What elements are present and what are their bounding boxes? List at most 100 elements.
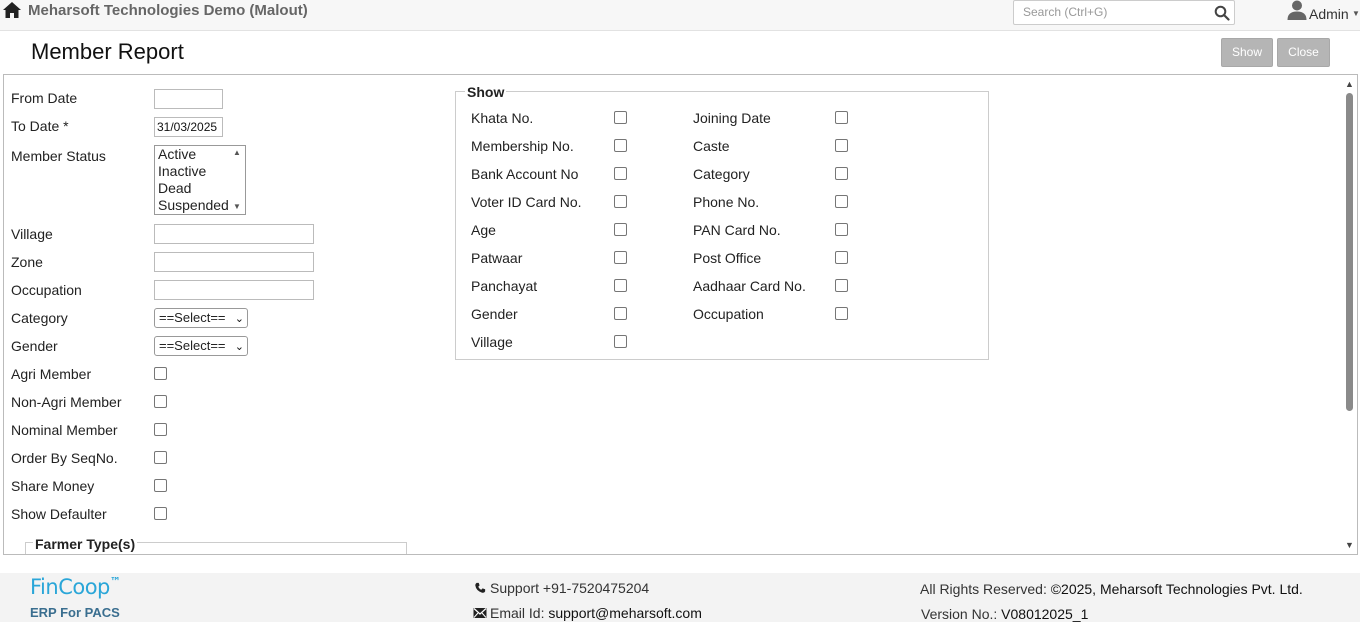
gender-select-value: ==Select== xyxy=(159,338,226,353)
nominal-member-label: Nominal Member xyxy=(11,422,118,438)
show-age-checkbox[interactable] xyxy=(614,223,627,236)
to-date-field[interactable] xyxy=(154,117,223,137)
show-bank-account-no-checkbox[interactable] xyxy=(614,167,627,180)
show-option-label: Post Office xyxy=(693,250,762,266)
gender-label: Gender xyxy=(11,338,58,354)
chevron-down-icon: ⌄ xyxy=(234,341,244,353)
home-icon[interactable] xyxy=(2,1,22,19)
show-option-label: Category xyxy=(693,166,750,182)
from-date-field[interactable] xyxy=(154,89,223,109)
chevron-down-icon: ⌄ xyxy=(234,313,244,325)
zone-label: Zone xyxy=(11,254,43,270)
user-icon[interactable] xyxy=(1287,0,1307,20)
panel-scrollbar[interactable]: ▲ ▼ xyxy=(1342,75,1357,554)
app-title: Meharsoft Technologies Demo (Malout) xyxy=(28,2,308,19)
show-village-checkbox[interactable] xyxy=(614,335,627,348)
show-option-label: Gender xyxy=(471,306,518,322)
close-button[interactable]: Close xyxy=(1277,38,1330,67)
show-voter-id-checkbox[interactable] xyxy=(614,195,627,208)
show-membership-no-checkbox[interactable] xyxy=(614,139,627,152)
email-value[interactable]: support@meharsoft.com xyxy=(548,605,702,621)
page-title: Member Report xyxy=(31,39,184,64)
show-gender-checkbox[interactable] xyxy=(614,307,627,320)
farmer-types-legend: Farmer Type(s) xyxy=(33,536,138,552)
email-line: Email Id: support@meharsoft.com xyxy=(473,605,702,621)
show-option-label: Patwaar xyxy=(471,250,523,266)
show-option-label: Occupation xyxy=(693,306,764,322)
top-bar: Meharsoft Technologies Demo (Malout) Adm… xyxy=(0,0,1360,31)
category-select[interactable]: ==Select== ⌄ xyxy=(154,308,248,328)
zone-field[interactable] xyxy=(154,252,314,272)
show-option-label: Aadhaar Card No. xyxy=(693,278,806,294)
order-by-seqno-label: Order By SeqNo. xyxy=(11,450,118,466)
show-occupation-checkbox[interactable] xyxy=(835,307,848,320)
rights-value: ©2025, Meharsoft Technologies Pvt. Ltd. xyxy=(1050,581,1303,597)
search-box[interactable] xyxy=(1013,0,1235,25)
village-label: Village xyxy=(11,226,53,242)
show-panchayat-checkbox[interactable] xyxy=(614,279,627,292)
show-khata-no-checkbox[interactable] xyxy=(614,111,627,124)
show-pan-card-checkbox[interactable] xyxy=(835,223,848,236)
show-button[interactable]: Show xyxy=(1221,38,1273,67)
nominal-member-checkbox[interactable] xyxy=(154,423,167,436)
show-option-label: Khata No. xyxy=(471,110,534,126)
show-option-label: Panchayat xyxy=(471,278,538,294)
user-menu-label[interactable]: Admin xyxy=(1309,6,1349,22)
rights-label: All Rights Reserved: xyxy=(920,581,1047,597)
order-by-seqno-checkbox[interactable] xyxy=(154,451,167,464)
to-date-label: To Date * xyxy=(11,118,69,134)
listbox-scrollbar[interactable]: ▲ ▼ xyxy=(231,146,245,214)
footer: FinCoop™ ERP For PACS Support +91-752047… xyxy=(0,573,1360,622)
member-status-listbox[interactable]: Active Inactive Dead Suspended ▲ ▼ xyxy=(154,145,246,215)
non-agri-member-checkbox[interactable] xyxy=(154,395,167,408)
scroll-up-icon[interactable]: ▲ xyxy=(1345,79,1354,89)
show-columns-legend: Show xyxy=(465,84,507,100)
support-text: Support +91-7520475204 xyxy=(490,580,650,596)
show-aadhaar-card-checkbox[interactable] xyxy=(835,279,848,292)
show-post-office-checkbox[interactable] xyxy=(835,251,848,264)
search-input[interactable] xyxy=(1023,1,1213,23)
version-line: Version No.: V08012025_1 xyxy=(921,606,1088,622)
show-option-label: Village xyxy=(471,334,513,350)
show-option-label: Voter ID Card No. xyxy=(471,194,582,210)
show-option-label: Joining Date xyxy=(693,110,771,126)
non-agri-member-label: Non-Agri Member xyxy=(11,394,122,410)
agri-member-label: Agri Member xyxy=(11,366,92,382)
show-option-label: Membership No. xyxy=(471,138,574,154)
occupation-label: Occupation xyxy=(11,282,82,298)
fincoop-logo: FinCoop™ xyxy=(30,575,121,599)
show-option-label: Bank Account No xyxy=(471,166,579,182)
report-form-panel: From Date To Date * Member Status Active… xyxy=(3,74,1358,555)
scroll-down-icon[interactable]: ▼ xyxy=(233,202,241,211)
category-select-value: ==Select== xyxy=(159,310,226,325)
show-patwaar-checkbox[interactable] xyxy=(614,251,627,264)
show-option-label: PAN Card No. xyxy=(693,222,781,238)
tagline: ERP For PACS xyxy=(30,605,120,620)
show-phone-no-checkbox[interactable] xyxy=(835,195,848,208)
occupation-field[interactable] xyxy=(154,280,314,300)
category-label: Category xyxy=(11,310,68,326)
gender-select[interactable]: ==Select== ⌄ xyxy=(154,336,248,356)
search-icon[interactable] xyxy=(1214,5,1230,21)
logo-trademark: ™ xyxy=(109,575,121,588)
show-defaulter-label: Show Defaulter xyxy=(11,506,107,522)
scrollbar-thumb[interactable] xyxy=(1346,93,1353,411)
scroll-up-icon[interactable]: ▲ xyxy=(233,148,241,157)
phone-icon xyxy=(475,582,486,593)
caret-down-icon[interactable]: ▼ xyxy=(1352,9,1360,18)
show-joining-date-checkbox[interactable] xyxy=(835,111,848,124)
scroll-down-icon[interactable]: ▼ xyxy=(1345,540,1354,550)
show-defaulter-checkbox[interactable] xyxy=(154,507,167,520)
show-option-label: Phone No. xyxy=(693,194,760,210)
show-option-label: Age xyxy=(471,222,496,238)
email-label: Email Id: xyxy=(490,605,545,621)
agri-member-checkbox[interactable] xyxy=(154,367,167,380)
show-category-checkbox[interactable] xyxy=(835,167,848,180)
village-field[interactable] xyxy=(154,224,314,244)
version-value: V08012025_1 xyxy=(1001,606,1089,622)
envelope-icon xyxy=(473,608,487,618)
support-line: Support +91-7520475204 xyxy=(473,580,649,596)
share-money-checkbox[interactable] xyxy=(154,479,167,492)
rights-line: All Rights Reserved: ©2025, Meharsoft Te… xyxy=(920,581,1303,597)
show-caste-checkbox[interactable] xyxy=(835,139,848,152)
